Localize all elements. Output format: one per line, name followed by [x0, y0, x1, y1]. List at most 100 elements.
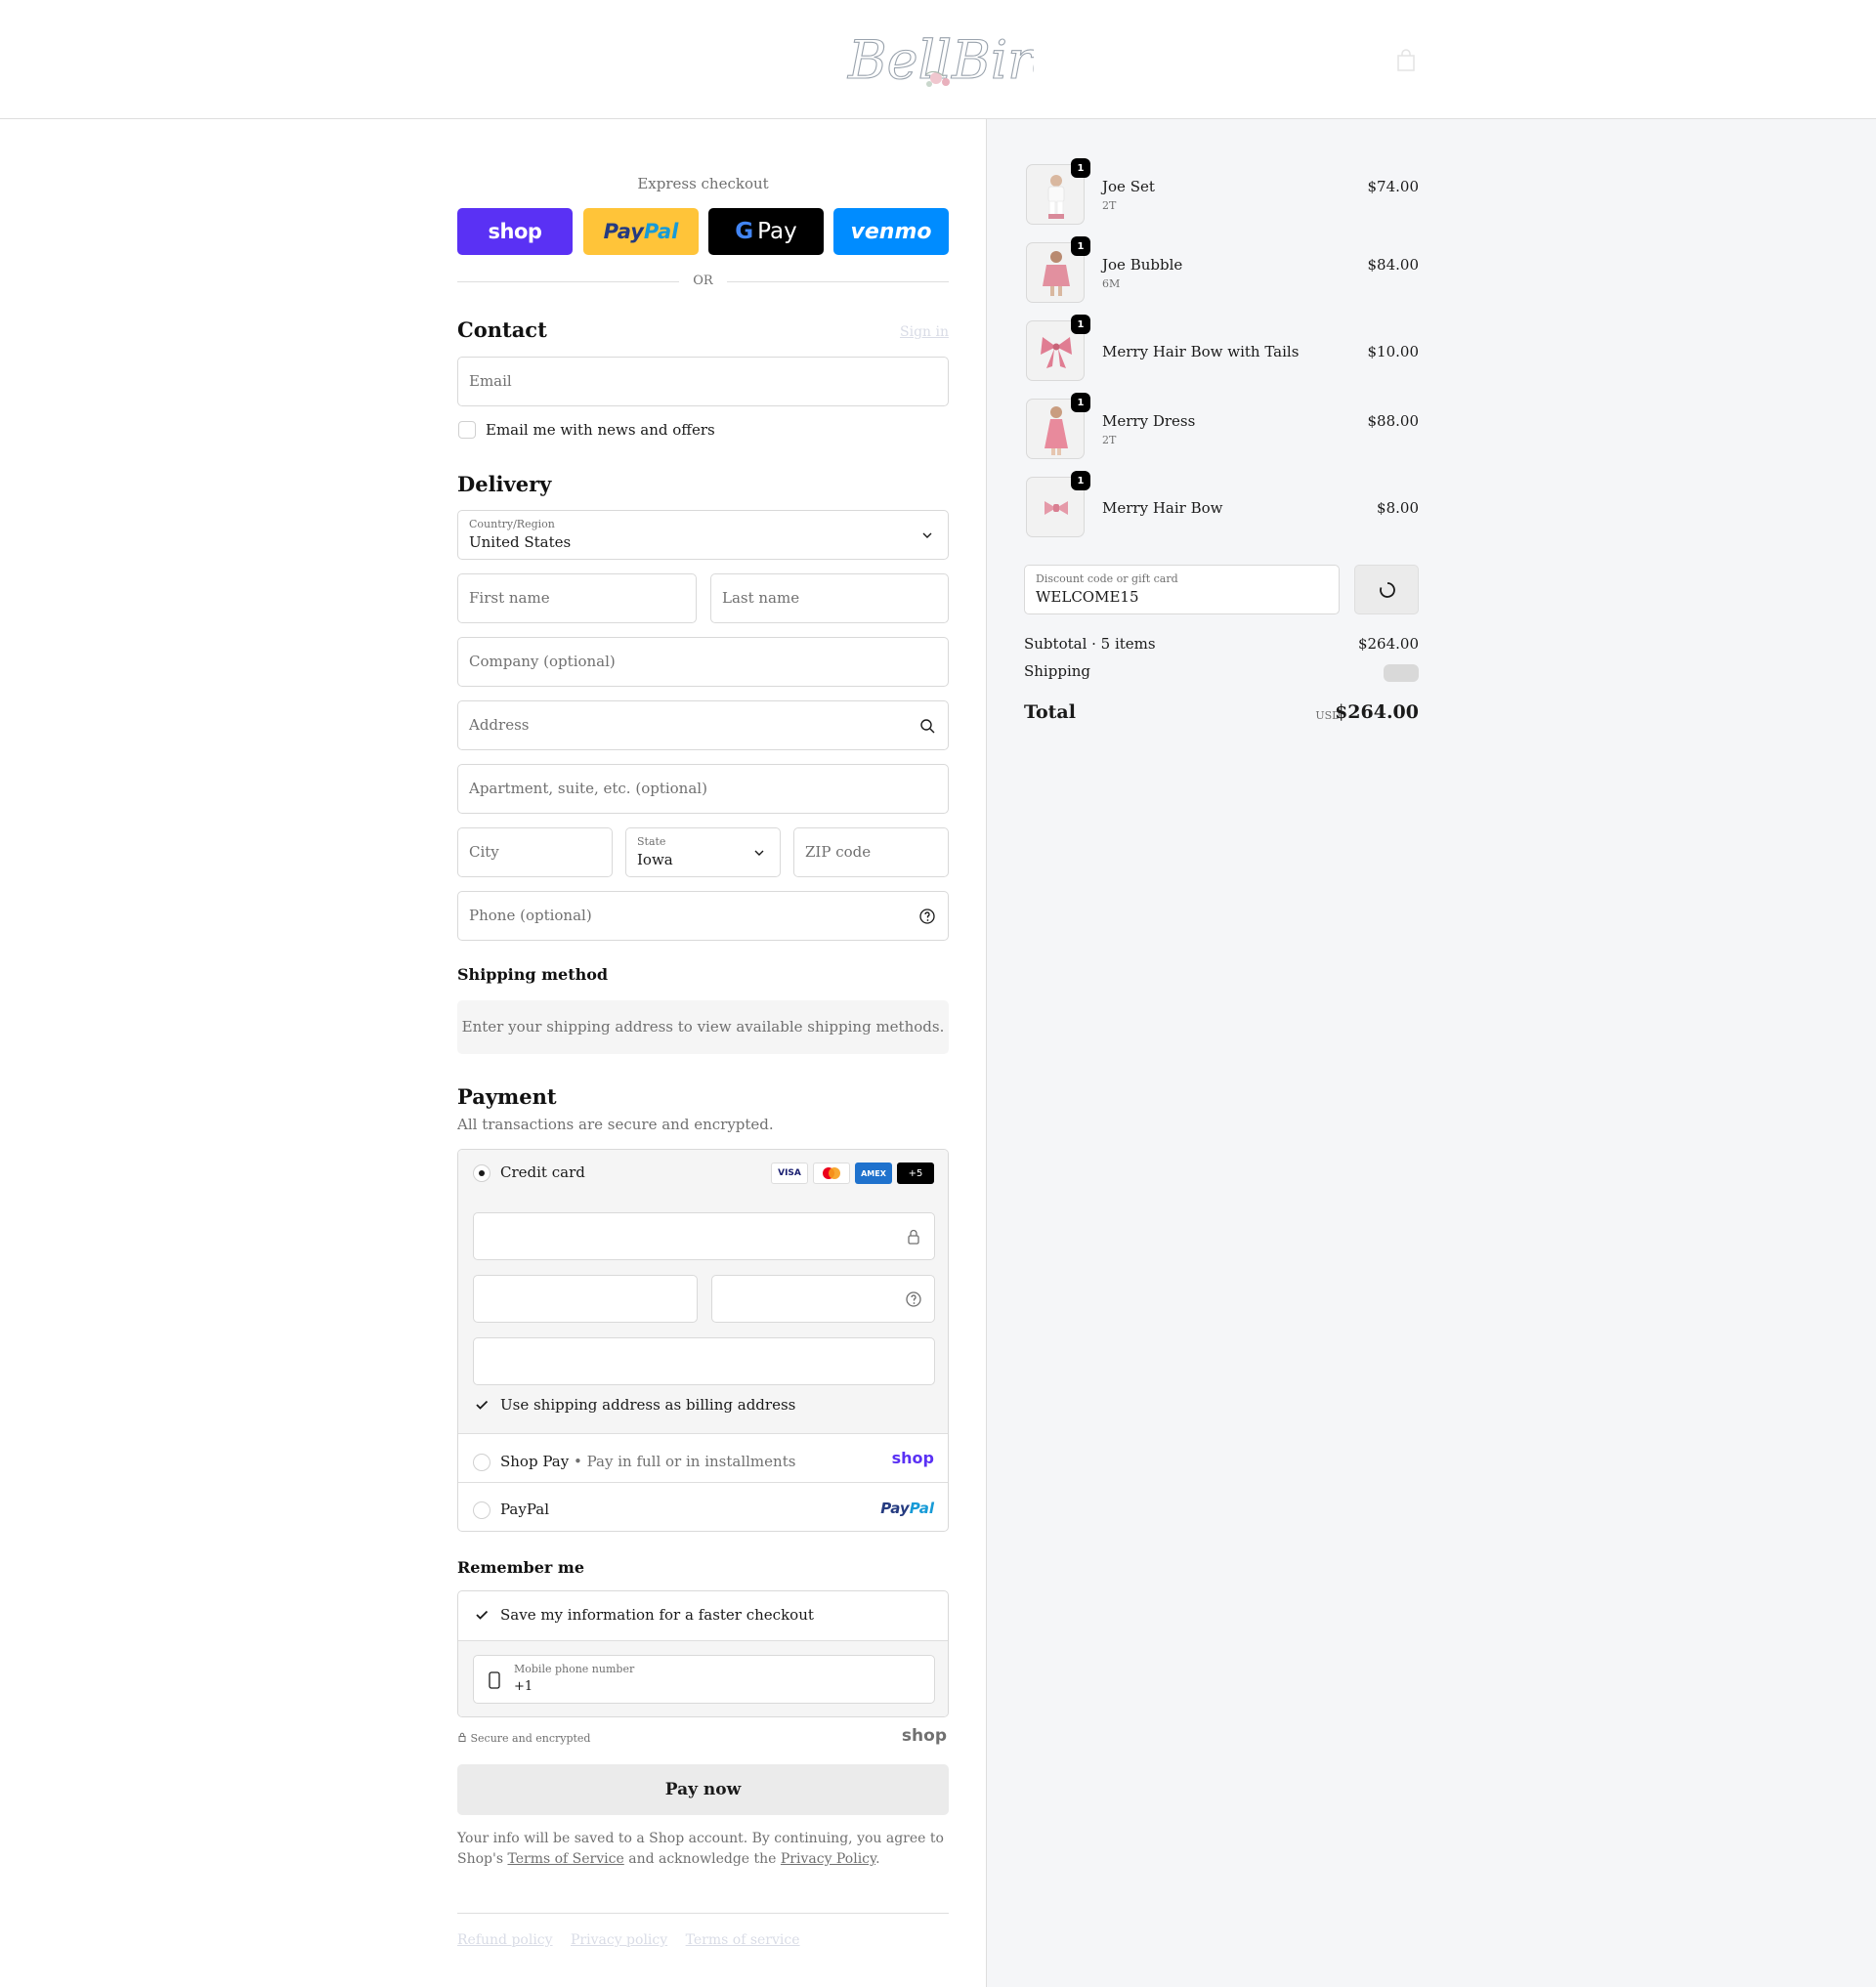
shop-pay-button[interactable]: shop [457, 208, 573, 255]
bellbird-logo[interactable]: BellBird [842, 18, 1034, 98]
shop-pay-logo: shop [891, 1449, 934, 1467]
list-item: 1 Joe Set 2T $74.00 [1024, 158, 1419, 227]
legal-text-2: and acknowledge the [623, 1851, 781, 1867]
quantity-badge: 1 [1071, 471, 1090, 490]
mobile-phone-label: Mobile phone number [514, 1663, 635, 1675]
address-placeholder: Address [469, 716, 530, 734]
paypal-logo-1: Pay [880, 1500, 910, 1517]
name-on-card-field[interactable] [473, 1337, 935, 1385]
credit-card-label: Credit card [500, 1163, 585, 1181]
shop-pay-radio[interactable] [473, 1454, 490, 1471]
country-select[interactable]: Country/Region United States [457, 510, 949, 560]
paypal-button[interactable]: Pay Pal [583, 208, 699, 255]
divider [458, 1482, 948, 1483]
footer-divider [457, 1913, 949, 1914]
mobile-phone-value: +1 [514, 1679, 533, 1694]
shop-pay-name: Shop Pay [500, 1453, 570, 1470]
last-name-placeholder: Last name [722, 589, 800, 607]
paypal-radio[interactable] [473, 1501, 490, 1519]
lock-icon [908, 1229, 919, 1245]
item-price: $88.00 [1367, 412, 1420, 430]
card-number-field[interactable] [473, 1212, 935, 1260]
quantity-badge: 1 [1071, 393, 1090, 412]
terms-of-service-link[interactable]: Terms of Service [507, 1851, 623, 1867]
express-checkout-title: Express checkout [637, 175, 769, 192]
quantity-badge: 1 [1071, 315, 1090, 334]
legal-text-3: . [875, 1851, 880, 1867]
list-item: 1 Merry Hair Bow $8.00 [1024, 471, 1419, 539]
state-select[interactable]: State Iowa [625, 827, 781, 877]
list-item: 1 Joe Bubble 6M $84.00 [1024, 236, 1419, 305]
save-info-checkbox[interactable] [473, 1606, 490, 1624]
phone-field[interactable]: Phone (optional) [457, 891, 949, 941]
apply-discount-button[interactable] [1354, 565, 1419, 614]
payment-methods: Credit card VISA AMEX +5 Use shipping ad… [457, 1149, 949, 1532]
secure-note: Secure and encrypted [457, 1732, 590, 1745]
list-item: 1 Merry Hair Bow with Tails $10.00 [1024, 315, 1420, 383]
news-label: Email me with news and offers [486, 421, 715, 439]
remember-me-box: Save my information for a faster checkou… [457, 1590, 949, 1717]
discount-code-field[interactable]: Discount code or gift card WELCOME15 [1024, 565, 1340, 614]
paypal-text-2: Pal [643, 220, 679, 243]
footer-links: Refund policy Privacy policy Terms of se… [457, 1932, 814, 1948]
privacy-policy-link[interactable]: Privacy Policy [781, 1851, 875, 1867]
payment-title: Payment [457, 1084, 557, 1109]
first-name-field[interactable]: First name [457, 573, 697, 623]
shopping-bag-icon[interactable] [1395, 49, 1417, 72]
security-code-field[interactable] [711, 1275, 935, 1323]
apartment-field[interactable]: Apartment, suite, etc. (optional) [457, 764, 949, 814]
mobile-phone-field[interactable]: Mobile phone number +1 [473, 1655, 935, 1704]
privacy-policy-footer-link[interactable]: Privacy policy [571, 1932, 667, 1948]
item-name: Merry Hair Bow with Tails [1102, 343, 1300, 360]
last-name-field[interactable]: Last name [710, 573, 949, 623]
address-field[interactable]: Address [457, 700, 949, 750]
zip-field[interactable]: ZIP code [793, 827, 949, 877]
quantity-badge: 1 [1071, 158, 1090, 178]
paypal-label: PayPal [500, 1501, 549, 1518]
save-info-label: Save my information for a faster checkou… [500, 1606, 814, 1624]
amex-icon: AMEX [855, 1163, 892, 1184]
secure-text: Secure and encrypted [470, 1732, 591, 1745]
terms-of-service-footer-link[interactable]: Terms of service [686, 1932, 800, 1948]
google-pay-button[interactable]: G Pay [708, 208, 824, 255]
paypal-logo: PayPal [880, 1500, 934, 1517]
news-checkbox[interactable] [458, 421, 476, 439]
or-label: OR [693, 274, 713, 288]
subtotal-label: Subtotal · 5 items [1024, 635, 1156, 653]
city-placeholder: City [469, 843, 499, 861]
company-placeholder: Company (optional) [469, 653, 616, 670]
email-placeholder: Email [469, 372, 512, 390]
item-price: $10.00 [1367, 343, 1420, 360]
shipping-label: Shipping [1024, 662, 1090, 680]
city-field[interactable]: City [457, 827, 613, 877]
subtotal-value: $264.00 [1357, 635, 1419, 653]
paypal-logo-2: Pal [909, 1500, 934, 1517]
gpay-label: Pay [757, 219, 797, 244]
sign-in-link[interactable]: Sign in [900, 324, 949, 340]
header: BellBird [0, 0, 1876, 119]
discount-code-value: WELCOME15 [1036, 588, 1139, 606]
total-label: Total [1024, 701, 1076, 723]
email-field[interactable]: Email [457, 357, 949, 406]
remember-me-title: Remember me [457, 1558, 584, 1577]
billing-checkbox[interactable] [473, 1396, 490, 1414]
item-variant: 6M [1102, 277, 1121, 290]
contact-title: Contact [457, 317, 547, 342]
billing-label: Use shipping address as billing address [500, 1396, 796, 1414]
pay-now-button[interactable]: Pay now [457, 1764, 949, 1815]
venmo-button[interactable]: venmo [833, 208, 949, 255]
shipping-method-message: Enter your shipping address to view avai… [457, 1000, 949, 1054]
item-name: Merry Dress [1102, 412, 1196, 430]
more-cards-badge: +5 [897, 1163, 934, 1184]
help-icon[interactable] [918, 908, 936, 925]
refund-policy-link[interactable]: Refund policy [457, 1932, 553, 1948]
payment-description: All transactions are secure and encrypte… [457, 1116, 774, 1133]
company-field[interactable]: Company (optional) [457, 637, 949, 687]
expiration-field[interactable] [473, 1275, 698, 1323]
delivery-title: Delivery [457, 472, 552, 496]
help-icon[interactable] [905, 1290, 922, 1308]
credit-card-radio[interactable] [473, 1164, 490, 1182]
shop-pay-label: Shop Pay • Pay in full or in installment… [500, 1453, 795, 1470]
mastercard-icon [813, 1163, 850, 1184]
country-label: Country/Region [469, 518, 555, 530]
